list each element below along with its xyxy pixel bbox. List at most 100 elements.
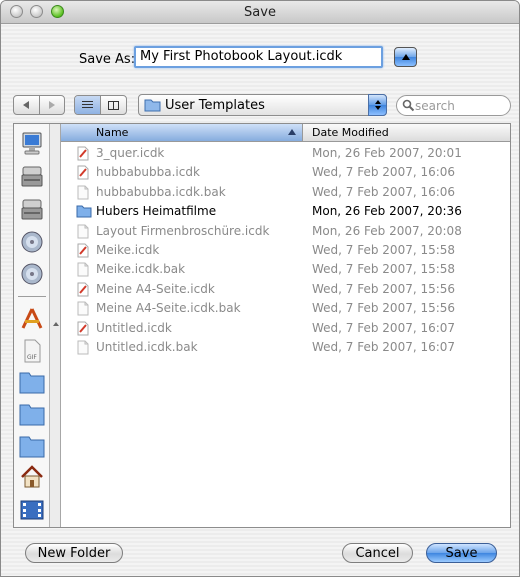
sidebar-item-hard-drive[interactable] (19, 162, 45, 190)
save-as-label: Save As: (79, 52, 136, 67)
sidebar-item-network[interactable] (19, 228, 45, 256)
sidebar-item-applications[interactable] (19, 305, 45, 333)
file-date: Wed, 7 Feb 2007, 15:58 (312, 243, 456, 257)
file-date: Wed, 7 Feb 2007, 16:06 (312, 184, 456, 199)
list-view-button[interactable] (75, 96, 100, 114)
file-date: Wed, 7 Feb 2007, 16:07 (312, 320, 456, 335)
cancel-button[interactable]: Cancel (342, 543, 413, 563)
applications-icon (21, 308, 43, 329)
name-column-header[interactable]: Name (61, 124, 303, 141)
file-list-header: Name Date Modified (61, 124, 510, 142)
back-button[interactable] (14, 96, 39, 114)
file-name: Untitled.icdk (96, 320, 172, 335)
file-date: Wed, 7 Feb 2007, 16:07 (312, 340, 456, 354)
file-row: Meike.icdk Wed, 7 Feb 2007, 15:58 (61, 241, 510, 260)
save-as-field[interactable]: My First Photobook Layout.icdk (134, 46, 383, 68)
sidebar-item-movies[interactable] (19, 496, 45, 524)
sidebar-item-folder[interactable] (19, 400, 45, 428)
sidebar-item-network[interactable] (19, 260, 45, 288)
name-column-label: Name (96, 126, 129, 139)
blank-document-icon (76, 224, 90, 239)
folder-icon (19, 436, 45, 458)
save-dialog: Save Save As: My First Photobook Layout.… (0, 0, 520, 577)
file-row: Untitled.icdk.bak Wed, 7 Feb 2007, 16:07 (61, 338, 510, 357)
search-icon (402, 99, 415, 112)
home-icon (21, 465, 43, 488)
title-bar: Save (1, 1, 519, 24)
file-name: Meine A4-Seite.icdk.bak (96, 301, 241, 316)
file-name: Untitled.icdk.bak (96, 340, 198, 354)
document-icon (76, 282, 90, 297)
forward-button[interactable] (38, 96, 65, 114)
file-date: Wed, 7 Feb 2007, 16:06 (312, 165, 456, 180)
folder-icon (76, 204, 92, 219)
popup-arrows-icon (368, 94, 387, 116)
sidebar: GIF (14, 124, 50, 527)
file-date: Mon, 26 Feb 2007, 20:01 (312, 146, 462, 160)
file-row: Meine A4-Seite.icdk Wed, 7 Feb 2007, 15:5… (61, 280, 510, 299)
new-folder-button[interactable]: New Folder (25, 543, 123, 563)
file-row: Meike.icdk.bak Wed, 7 Feb 2007, 15:58 (61, 260, 510, 279)
sidebar-item-folder[interactable] (19, 368, 45, 396)
sidebar-item-folder[interactable] (19, 432, 45, 460)
file-row: Untitled.icdk Wed, 7 Feb 2007, 16:07 (61, 319, 510, 338)
sidebar-item-computer[interactable] (19, 130, 45, 158)
folder-icon (19, 404, 45, 426)
file-row: 3_quer.icdk Mon, 26 Feb 2007, 20:01 (61, 144, 510, 163)
file-date: Wed, 7 Feb 2007, 15:56 (312, 281, 456, 296)
location-popup[interactable]: User Templates (138, 94, 387, 116)
hard-drive-icon (21, 166, 43, 187)
splitter-grip-icon (53, 322, 59, 326)
file-date: Mon, 26 Feb 2007, 20:08 (312, 223, 462, 238)
file-name: Hubers Heimatfilme (96, 204, 217, 219)
file-name: Meine A4-Seite.icdk (96, 281, 215, 296)
sidebar-item-hard-drive[interactable] (19, 195, 45, 223)
list-view-icon (82, 100, 93, 110)
computer-icon (22, 132, 42, 155)
movies-icon (20, 500, 44, 520)
hard-drive-icon (21, 199, 43, 220)
folder-icon (144, 99, 161, 112)
search-input[interactable] (415, 98, 503, 113)
sidebar-divider (18, 296, 46, 297)
back-arrow-icon (23, 101, 30, 109)
file-name: Layout Firmenbroschüre.icdk (96, 223, 270, 238)
sidebar-item-gif[interactable]: GIF (19, 337, 45, 365)
blank-document-icon (76, 340, 90, 355)
date-column-header[interactable]: Date Modified (312, 126, 389, 139)
document-icon (76, 146, 90, 161)
window-title: Save (244, 5, 276, 20)
svg-text:GIF: GIF (27, 354, 37, 361)
collapse-dialog-button[interactable] (394, 47, 417, 67)
file-row: hubbabubba.icdk Wed, 7 Feb 2007, 16:06 (61, 163, 510, 182)
document-icon (76, 321, 90, 336)
view-mode-control (74, 95, 127, 115)
back-forward-control (13, 95, 65, 115)
save-button[interactable]: Save (426, 543, 497, 563)
file-name: hubbabubba.icdk (96, 165, 200, 180)
sort-ascending-icon (288, 129, 296, 135)
file-date: Wed, 7 Feb 2007, 15:58 (312, 262, 456, 277)
network-disk-icon (21, 231, 43, 253)
file-name: hubbabubba.icdk.bak (96, 184, 226, 199)
file-row: hubbabubba.icdk.bak Wed, 7 Feb 2007, 16:0… (61, 183, 510, 202)
gif-document-icon: GIF (24, 339, 41, 363)
file-date: Mon, 26 Feb 2007, 20:36 (312, 204, 462, 219)
file-row: Layout Firmenbroschüre.icdk Mon, 26 Feb 2… (61, 222, 510, 241)
column-view-button[interactable] (100, 96, 126, 114)
column-view-icon (108, 100, 119, 110)
folder-icon (19, 372, 45, 394)
sidebar-item-home[interactable] (19, 463, 45, 491)
location-popup-label: User Templates (165, 98, 265, 113)
triangle-up-icon (401, 54, 410, 60)
document-icon (76, 243, 90, 258)
sidebar-splitter[interactable] (50, 124, 61, 527)
file-name: Meike.icdk (96, 243, 160, 257)
forward-arrow-icon (48, 101, 55, 109)
file-name: 3_quer.icdk (96, 146, 165, 160)
file-name: Meike.icdk.bak (96, 262, 186, 277)
file-row[interactable]: Hubers Heimatfilme Mon, 26 Feb 2007, 20:3… (61, 202, 510, 221)
blank-document-icon (76, 185, 90, 200)
file-list: Name Date Modified 3_quer.icdk Mon, 26 Fe… (61, 124, 510, 527)
search-field (396, 95, 511, 116)
